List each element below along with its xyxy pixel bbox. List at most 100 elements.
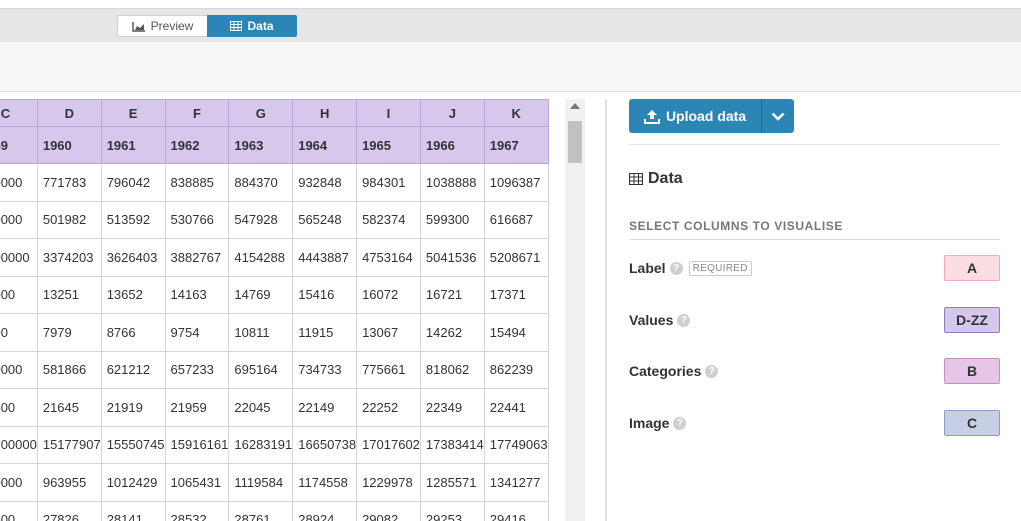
table-cell[interactable]: 21645 [36, 388, 102, 427]
table-cell[interactable]: 16283191 [228, 425, 294, 464]
table-cell[interactable]: 13067 [356, 313, 421, 352]
header-cell[interactable]: 1967 [483, 126, 549, 164]
header-cell[interactable]: 1964 [292, 126, 358, 164]
help-icon[interactable]: ? [669, 261, 683, 275]
table-cell[interactable]: 547928 [228, 200, 294, 239]
upload-data-button[interactable]: Upload data [629, 99, 762, 133]
header-cell[interactable]: 1963 [228, 126, 294, 164]
table-cell[interactable]: 13251 [36, 275, 102, 314]
table-cell[interactable]: 1119584 [228, 463, 294, 502]
column-header-k[interactable]: K [483, 99, 549, 127]
table-cell[interactable]: 1012429 [100, 463, 166, 502]
table-cell[interactable]: 5041536 [419, 238, 485, 277]
column-header-g[interactable]: G [228, 99, 294, 127]
table-cell[interactable]: 775661 [356, 350, 421, 389]
table-cell[interactable]: 963955 [36, 463, 102, 502]
column-header-h[interactable]: H [292, 99, 358, 127]
table-cell[interactable]: 530766 [164, 200, 230, 239]
table-cell[interactable]: 15550745 [100, 425, 166, 464]
table-cell[interactable]: 21959 [164, 388, 230, 427]
scroll-thumb[interactable] [568, 121, 582, 163]
table-cell[interactable]: 27826 [36, 500, 102, 521]
table-cell[interactable]: 14163 [164, 275, 230, 314]
data-grid[interactable]: CDEFGHIJK1959196019611962196319641965196… [0, 99, 565, 521]
table-cell[interactable]: 29253 [419, 500, 485, 521]
grid-scrollbar[interactable] [565, 99, 585, 521]
table-cell[interactable]: 28761 [228, 500, 294, 521]
table-cell[interactable]: 734733 [292, 350, 358, 389]
table-cell[interactable]: 750000 [0, 163, 38, 202]
table-cell[interactable]: 4154288 [228, 238, 294, 277]
column-header-d[interactable]: D [36, 99, 102, 127]
table-cell[interactable]: 13652 [100, 275, 166, 314]
table-cell[interactable]: 28924 [292, 500, 358, 521]
table-cell[interactable]: 599300 [419, 200, 485, 239]
table-cell[interactable]: 17371 [483, 275, 549, 314]
column-selector-categories[interactable]: B [944, 358, 1000, 384]
table-cell[interactable]: 29082 [356, 500, 421, 521]
help-icon[interactable]: ? [673, 416, 687, 430]
table-cell[interactable]: 21919 [100, 388, 166, 427]
table-cell[interactable]: 8766 [100, 313, 166, 352]
column-selector-label[interactable]: A [944, 255, 1000, 281]
table-cell[interactable]: 1229978 [356, 463, 421, 502]
table-cell[interactable]: 838885 [164, 163, 230, 202]
column-header-j[interactable]: J [419, 99, 485, 127]
header-cell[interactable]: 1966 [419, 126, 485, 164]
table-cell[interactable]: 9754 [164, 313, 230, 352]
column-header-f[interactable]: F [164, 99, 230, 127]
header-cell[interactable]: 1960 [36, 126, 102, 164]
header-cell[interactable]: 1962 [164, 126, 230, 164]
header-cell[interactable]: 1961 [100, 126, 166, 164]
column-header-c[interactable]: C [0, 99, 38, 127]
table-cell[interactable]: 22045 [228, 388, 294, 427]
table-cell[interactable]: 3374203 [36, 238, 102, 277]
table-cell[interactable]: 1285571 [419, 463, 485, 502]
table-cell[interactable]: 22441 [483, 388, 549, 427]
table-cell[interactable]: 15177907 [36, 425, 102, 464]
table-cell[interactable]: 1341277 [483, 463, 549, 502]
help-icon[interactable]: ? [677, 313, 691, 327]
table-cell[interactable]: 984301 [356, 163, 421, 202]
tab-data[interactable]: Data [207, 15, 297, 37]
table-cell[interactable]: 17017602 [356, 425, 421, 464]
table-cell[interactable]: 16072 [356, 275, 421, 314]
table-cell[interactable]: 818062 [419, 350, 485, 389]
table-cell[interactable]: 15416 [292, 275, 358, 314]
table-cell[interactable]: 565248 [292, 200, 358, 239]
tab-preview[interactable]: Preview [117, 15, 207, 37]
table-cell[interactable]: 616687 [483, 200, 549, 239]
table-cell[interactable]: 1174558 [292, 463, 358, 502]
table-cell[interactable]: 27500 [0, 500, 38, 521]
column-selector-image[interactable]: C [944, 410, 1000, 436]
table-cell[interactable]: 1065431 [164, 463, 230, 502]
table-cell[interactable]: 7979 [36, 313, 102, 352]
table-cell[interactable]: 932848 [292, 163, 358, 202]
table-cell[interactable]: 13000 [0, 275, 38, 314]
table-cell[interactable]: 14900000 [0, 425, 38, 464]
table-cell[interactable]: 28532 [164, 500, 230, 521]
column-header-i[interactable]: I [356, 99, 421, 127]
table-cell[interactable]: 1096387 [483, 163, 549, 202]
table-cell[interactable]: 21500 [0, 388, 38, 427]
table-cell[interactable]: 14262 [419, 313, 485, 352]
table-cell[interactable]: 884370 [228, 163, 294, 202]
table-cell[interactable]: 15916161 [164, 425, 230, 464]
header-cell[interactable]: 1965 [356, 126, 421, 164]
table-cell[interactable]: 3300000 [0, 238, 38, 277]
table-cell[interactable]: 796042 [100, 163, 166, 202]
table-cell[interactable]: 4753164 [356, 238, 421, 277]
table-cell[interactable]: 16721 [419, 275, 485, 314]
upload-dropdown-toggle[interactable] [762, 99, 794, 133]
table-cell[interactable]: 3882767 [164, 238, 230, 277]
table-cell[interactable]: 17749063 [483, 425, 549, 464]
table-cell[interactable]: 695164 [228, 350, 294, 389]
table-cell[interactable]: 490000 [0, 200, 38, 239]
table-cell[interactable]: 15494 [483, 313, 549, 352]
table-cell[interactable]: 7800 [0, 313, 38, 352]
table-cell[interactable]: 22149 [292, 388, 358, 427]
table-cell[interactable]: 28141 [100, 500, 166, 521]
table-cell[interactable]: 10811 [228, 313, 294, 352]
table-cell[interactable]: 22252 [356, 388, 421, 427]
column-header-e[interactable]: E [100, 99, 166, 127]
